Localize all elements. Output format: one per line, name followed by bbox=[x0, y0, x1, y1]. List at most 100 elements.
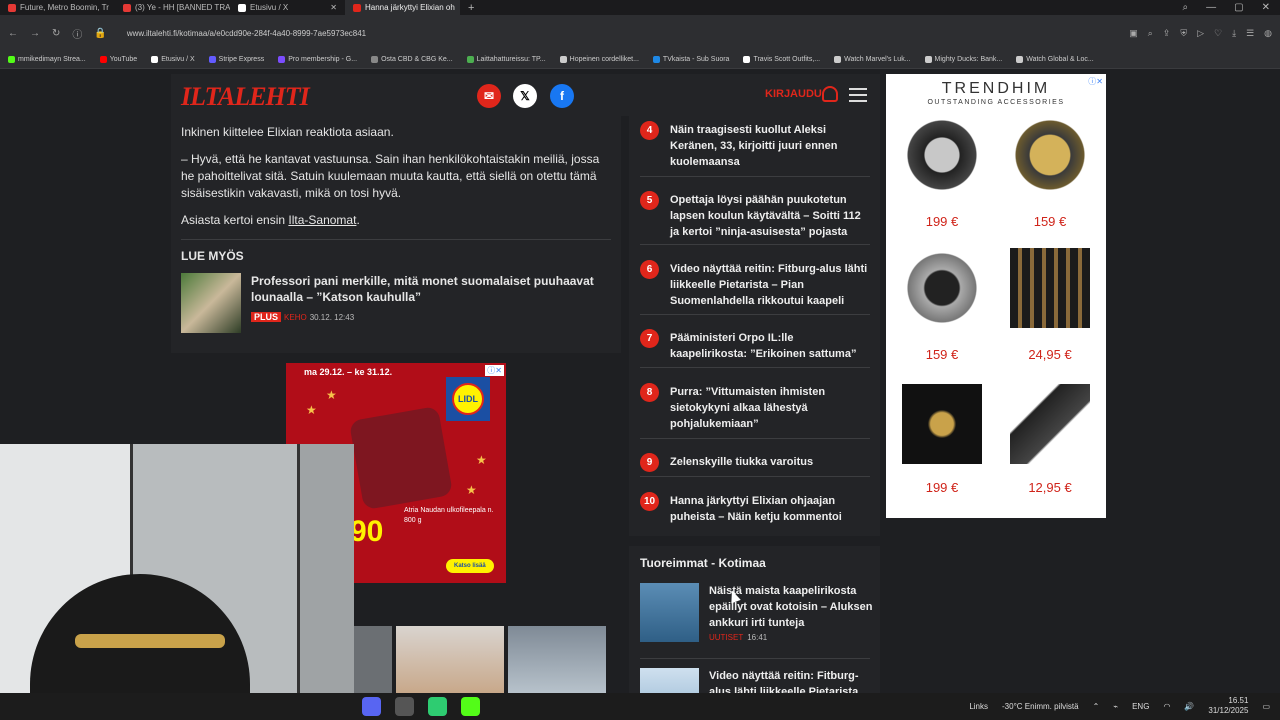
new-tab-button[interactable]: + bbox=[460, 2, 482, 14]
webcam-overlay bbox=[0, 444, 354, 693]
x-share-icon[interactable]: 𝕏 bbox=[513, 84, 537, 108]
most-read-item[interactable]: 5 Opettaja löysi päähän puukotetun lapsen… bbox=[640, 191, 870, 240]
bookmark[interactable]: Pro membership - G... bbox=[278, 56, 357, 63]
bookmark[interactable]: Hopeinen cordelliket... bbox=[559, 56, 639, 63]
bookmark[interactable]: Stripe Express bbox=[208, 56, 264, 63]
product-image[interactable] bbox=[902, 248, 982, 328]
bookmark[interactable]: mmikedimayn Strea... bbox=[8, 56, 86, 63]
most-read-item[interactable]: 4 Näin traagisesti kuollut Aleksi Keränen… bbox=[640, 121, 870, 170]
weather-widget[interactable]: -30°C Enimm. pilvistä bbox=[1002, 702, 1079, 711]
forward-icon[interactable]: → bbox=[30, 28, 40, 39]
bookmark[interactable]: Mighty Ducks: Bank... bbox=[924, 56, 1002, 63]
back-icon[interactable]: ← bbox=[8, 28, 18, 39]
links-toolbar[interactable]: Links bbox=[969, 702, 988, 711]
extension-icon[interactable]: ▣ bbox=[1129, 28, 1138, 39]
bookmark[interactable]: Watch Global & Loc... bbox=[1016, 56, 1094, 63]
most-read-item[interactable]: 6 Video näyttää reitin: Fitburg-alus läht… bbox=[640, 260, 870, 309]
steam-icon[interactable] bbox=[395, 697, 414, 716]
menu-icon[interactable]: ☰ bbox=[1246, 28, 1254, 39]
bookmark[interactable]: Watch Marvel's Luk... bbox=[834, 56, 911, 63]
related-thumbnail[interactable] bbox=[181, 273, 241, 333]
related-article[interactable]: Professori pani merkille, mitä monet suo… bbox=[181, 273, 611, 333]
bookmark-icon bbox=[278, 56, 286, 63]
source-link[interactable]: Ilta-Sanomat bbox=[288, 213, 356, 227]
most-read-item[interactable]: 7 Pääministeri Orpo IL:lle kaapelirikosta… bbox=[640, 329, 870, 362]
product-image[interactable] bbox=[902, 384, 982, 464]
play-icon[interactable]: ▷ bbox=[1197, 28, 1204, 39]
volume-icon[interactable]: 🔊 bbox=[1184, 702, 1194, 711]
ad-choices-icon[interactable]: ⓘ✕ bbox=[485, 365, 504, 376]
zoom-icon[interactable]: ⌕ bbox=[1148, 28, 1153, 39]
wifi-icon[interactable]: ◠ bbox=[1163, 702, 1170, 711]
gallery-image[interactable] bbox=[396, 626, 504, 693]
obs-icon[interactable] bbox=[428, 697, 447, 716]
news-item[interactable]: Näistä maista kaapelirikosta epäillyt ov… bbox=[640, 583, 875, 642]
maximize-icon[interactable]: ▢ bbox=[1234, 2, 1243, 13]
language-indicator[interactable]: ENG bbox=[1132, 702, 1149, 711]
search-tabs-icon[interactable]: ⌕ bbox=[1183, 2, 1189, 13]
youtube-icon bbox=[99, 56, 107, 63]
notifications-icon[interactable]: ▭ bbox=[1262, 702, 1270, 711]
divider bbox=[640, 438, 870, 439]
browser-tab[interactable]: Future, Metro Boomin, Tr bbox=[0, 0, 115, 15]
heart-icon[interactable]: ♡ bbox=[1214, 28, 1222, 39]
product-image[interactable] bbox=[1010, 248, 1090, 328]
product-price: 12,95 € bbox=[1028, 480, 1072, 495]
download-icon[interactable]: ⤓ bbox=[1232, 28, 1236, 39]
news-title[interactable]: Video näyttää reitin: Fitburg-alus lähti… bbox=[709, 668, 875, 693]
bookmark[interactable]: YouTube bbox=[99, 56, 137, 63]
product-image[interactable] bbox=[1010, 115, 1090, 195]
news-thumbnail[interactable] bbox=[640, 583, 699, 642]
most-read-item[interactable]: 9 Zelenskyille tiukka varoitus bbox=[640, 453, 870, 472]
site-logo[interactable]: ILTALEHTI bbox=[181, 82, 310, 112]
lock-icon[interactable]: 🔒 bbox=[94, 28, 106, 39]
article-paragraph: Asiasta kertoi ensin Ilta-Sanomat. bbox=[181, 213, 360, 227]
product-image[interactable] bbox=[902, 115, 982, 195]
star-icon: ★ bbox=[476, 453, 487, 467]
clock[interactable]: 16.51 31/12/2025 bbox=[1208, 696, 1248, 716]
gallery-image[interactable] bbox=[354, 626, 392, 693]
bookmark[interactable]: Laittahattureissu: TP... bbox=[466, 56, 546, 63]
discord-icon[interactable] bbox=[362, 697, 381, 716]
bookmark-icon bbox=[924, 56, 932, 63]
bookmark-icon bbox=[559, 56, 567, 63]
close-window-icon[interactable]: ✕ bbox=[1262, 2, 1270, 13]
network-icon[interactable]: ⌁ bbox=[1113, 702, 1118, 711]
news-thumbnail[interactable] bbox=[640, 668, 699, 693]
browser-tab[interactable]: Etusivu / X ✕ bbox=[230, 0, 345, 15]
app-icon[interactable] bbox=[461, 697, 480, 716]
minimize-icon[interactable]: — bbox=[1206, 2, 1216, 13]
bookmark[interactable]: Travis Scott Outfits,... bbox=[743, 56, 820, 63]
product-image[interactable] bbox=[1010, 384, 1090, 464]
login-link[interactable]: KIRJAUDU bbox=[765, 88, 822, 100]
related-title[interactable]: Professori pani merkille, mitä monet suo… bbox=[251, 273, 611, 305]
bookmark[interactable]: Osta CBD & CBG Ke... bbox=[371, 56, 453, 63]
bookmark[interactable]: TVkaista - Sub Suora bbox=[652, 56, 729, 63]
mail-icon[interactable]: ✉ bbox=[477, 84, 501, 108]
ad-cta-button[interactable]: Katso lisää bbox=[446, 559, 494, 573]
bookmarks-bar: mmikedimayn Strea... YouTube Etusivu / X… bbox=[0, 51, 1280, 69]
hamburger-menu-icon[interactable] bbox=[849, 88, 867, 106]
close-tab-icon[interactable]: ✕ bbox=[330, 3, 337, 12]
user-icon[interactable] bbox=[822, 86, 838, 102]
gallery-image[interactable] bbox=[508, 626, 606, 693]
trendhim-ad[interactable]: ⓘ✕ TRENDHIM OUTSTANDING ACCESSORIES 199 … bbox=[886, 74, 1106, 518]
browser-tab[interactable]: (3) Ye - HH [BANNED TRA bbox=[115, 0, 230, 15]
plus-badge: PLUS bbox=[251, 312, 282, 322]
most-read-item[interactable]: 10 Hanna järkyttyi Elixian ohjaajan puhei… bbox=[640, 492, 870, 525]
facebook-icon[interactable]: f bbox=[550, 84, 574, 108]
news-item[interactable]: Video näyttää reitin: Fitburg-alus lähti… bbox=[640, 668, 875, 693]
youtube-icon bbox=[123, 3, 131, 12]
reload-icon[interactable]: ↻ bbox=[52, 28, 60, 39]
divider bbox=[640, 244, 870, 245]
page-info-icon[interactable]: ⓘ bbox=[72, 26, 82, 41]
stripe-icon bbox=[208, 56, 216, 63]
bookmark[interactable]: Etusivu / X bbox=[151, 56, 195, 63]
browser-tab-active[interactable]: Hanna järkyttyi Elixian oh bbox=[345, 0, 460, 15]
tray-chevron-icon[interactable]: ⌃ bbox=[1093, 702, 1100, 711]
share-icon[interactable]: ⇪ bbox=[1163, 28, 1171, 39]
shield-icon[interactable]: ⛨ bbox=[1180, 28, 1187, 39]
url-field[interactable]: www.iltalehti.fi/kotimaa/a/e0cdd90e-284f… bbox=[127, 29, 366, 38]
profile-icon[interactable]: ◍ bbox=[1264, 28, 1272, 39]
most-read-item[interactable]: 8 Purra: ”Vittumaisten ihmisten sietokyky… bbox=[640, 383, 870, 432]
